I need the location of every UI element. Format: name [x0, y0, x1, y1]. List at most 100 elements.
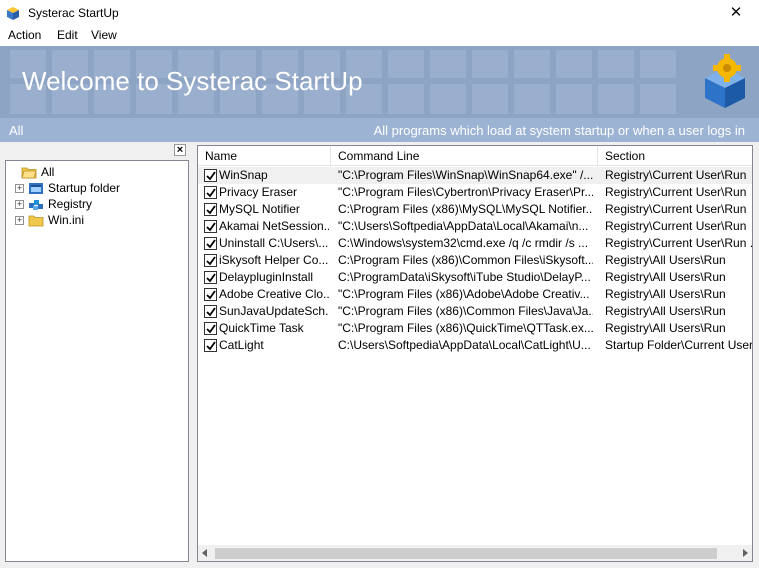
scrollbar-thumb[interactable] — [215, 548, 717, 559]
cell-name: QuickTime Task — [219, 321, 304, 335]
checkmark-icon — [206, 273, 216, 283]
view-caption-bar: All All programs which load at system st… — [0, 118, 759, 142]
cell-section: Registry\All Users\Run — [605, 253, 726, 267]
menu-action[interactable]: Action — [6, 28, 43, 42]
cell-section: Registry\All Users\Run — [605, 321, 726, 335]
tree-item-win-ini[interactable]: + Win.ini — [15, 212, 84, 228]
cell-command-line: "C:\Program Files (x86)\Common Files\Jav… — [338, 304, 593, 318]
box-gear-logo-icon — [705, 54, 745, 108]
cell-section: Registry\Current User\Run — [605, 185, 747, 199]
view-description: All programs which load at system startu… — [373, 123, 745, 138]
cell-command-line: "C:\Program Files\WinSnap\WinSnap64.exe"… — [338, 168, 593, 182]
tree-pane-header: × — [5, 143, 188, 159]
checkmark-icon — [206, 222, 216, 232]
banner-title: Welcome to Systerac StartUp — [22, 66, 363, 96]
checkmark-icon — [206, 171, 216, 181]
cell-command-line: "C:\Program Files (x86)\QuickTime\QTTask… — [338, 321, 593, 335]
cell-command-line: "C:\Program Files\Cybertron\Privacy Eras… — [338, 185, 593, 199]
tree-item-startup-folder[interactable]: + Startup folder — [15, 180, 120, 196]
checkmark-icon — [206, 239, 216, 249]
expand-icon[interactable]: + — [15, 215, 24, 225]
column-header-section[interactable]: Section — [598, 146, 752, 166]
category-tree: All + Startup folder + Registry + Win.in… — [5, 160, 189, 562]
registry-icon — [29, 199, 43, 210]
cell-section: Registry\All Users\Run — [605, 287, 726, 301]
enabled-checkbox[interactable] — [204, 271, 217, 284]
column-header-command-line[interactable]: Command Line — [331, 146, 598, 166]
tree-item-registry[interactable]: + Registry — [15, 196, 92, 212]
cell-name: Akamai NetSession... — [219, 219, 329, 233]
cell-section: Registry\Current User\Run — [605, 168, 747, 182]
table-row[interactable]: MySQL Notifier C:\Program Files (x86)\MyS… — [198, 201, 752, 218]
tree-item-label: All — [41, 165, 55, 179]
cell-command-line: C:\Program Files (x86)\Common Files\iSky… — [338, 253, 593, 267]
enabled-checkbox[interactable] — [204, 203, 217, 216]
folder-icon — [28, 215, 44, 226]
table-row[interactable]: DelaypluginInstall C:\ProgramData\iSkysof… — [198, 269, 752, 286]
enabled-checkbox[interactable] — [204, 254, 217, 267]
cell-name: MySQL Notifier — [219, 202, 300, 216]
table-row[interactable]: CatLight C:\Users\Softpedia\AppData\Local… — [198, 337, 753, 354]
table-row[interactable]: SunJavaUpdateSch... "C:\Program Files (x8… — [198, 303, 752, 320]
menu-view[interactable]: View — [89, 28, 119, 42]
checkmark-icon — [206, 324, 216, 334]
checkmark-icon — [206, 205, 216, 215]
startup-folder-icon — [29, 182, 43, 194]
cell-name: Privacy Eraser — [219, 185, 298, 199]
table-row[interactable]: WinSnap "C:\Program Files\WinSnap\WinSnap… — [198, 167, 752, 184]
table-row[interactable]: iSkysoft Helper Co... C:\Program Files (x… — [198, 252, 752, 269]
table-row[interactable]: Uninstall C:\Users\... C:\Windows\system3… — [198, 235, 752, 252]
tree-item-label: Win.ini — [48, 213, 85, 227]
scroll-right-icon[interactable] — [743, 549, 748, 557]
cell-name: DelaypluginInstall — [219, 270, 314, 284]
app-icon — [7, 7, 19, 20]
enabled-checkbox[interactable] — [204, 169, 217, 182]
cell-name: Uninstall C:\Users\... — [219, 236, 329, 250]
welcome-banner: Welcome to Systerac StartUp — [0, 46, 759, 118]
cell-command-line: "C:\Program Files (x86)\Adobe\Adobe Crea… — [338, 287, 590, 301]
cell-command-line: C:\Windows\system32\cmd.exe /q /c rmdir … — [338, 236, 589, 250]
table-row[interactable]: QuickTime Task "C:\Program Files (x86)\Qu… — [198, 320, 752, 337]
enabled-checkbox[interactable] — [204, 339, 217, 352]
checkmark-icon — [206, 188, 216, 198]
scroll-left-icon[interactable] — [202, 549, 207, 557]
cell-name: iSkysoft Helper Co... — [219, 253, 329, 267]
title-bar: Systerac StartUp ✕ — [0, 0, 759, 26]
enabled-checkbox[interactable] — [204, 305, 217, 318]
tree-item-label: Startup folder — [48, 181, 121, 195]
expand-icon[interactable]: + — [15, 183, 24, 193]
cell-command-line: "C:\Users\Softpedia\AppData\Local\Akamai… — [338, 219, 589, 233]
checkmark-icon — [206, 341, 216, 351]
window-title: Systerac StartUp — [28, 6, 119, 20]
horizontal-scrollbar[interactable] — [198, 545, 752, 561]
checkmark-icon — [206, 290, 216, 300]
tree-item-label: Registry — [48, 197, 93, 211]
close-window-button[interactable]: ✕ — [713, 0, 759, 26]
table-row[interactable]: Akamai NetSession... "C:\Users\Softpedia\… — [198, 218, 752, 235]
cell-section: Registry\All Users\Run — [605, 304, 726, 318]
column-header-name[interactable]: Name — [198, 146, 331, 166]
list-header: Name Command Line Section — [198, 146, 752, 166]
menu-edit[interactable]: Edit — [55, 28, 80, 42]
cell-command-line: C:\Users\Softpedia\AppData\Local\CatLigh… — [338, 338, 591, 352]
close-tree-pane-button[interactable]: × — [174, 144, 186, 156]
cell-section: Startup Folder\Current User — [605, 338, 753, 352]
table-row[interactable]: Privacy Eraser "C:\Program Files\Cybertro… — [198, 184, 752, 201]
cell-name: WinSnap — [219, 168, 268, 182]
cell-name: CatLight — [219, 338, 264, 352]
cell-command-line: C:\Program Files (x86)\MySQL\MySQL Notif… — [338, 202, 593, 216]
enabled-checkbox[interactable] — [204, 220, 217, 233]
enabled-checkbox[interactable] — [204, 186, 217, 199]
menu-bar: Action Edit View — [0, 26, 759, 46]
cell-name: Adobe Creative Clo... — [219, 287, 329, 301]
checkmark-icon — [206, 256, 216, 266]
current-view-label: All — [9, 123, 24, 138]
tree-item-all[interactable]: All — [21, 164, 55, 180]
enabled-checkbox[interactable] — [204, 322, 217, 335]
enabled-checkbox[interactable] — [204, 237, 217, 250]
cell-section: Registry\Current User\Run — [605, 219, 747, 233]
table-row[interactable]: Adobe Creative Clo... "C:\Program Files (… — [198, 286, 752, 303]
cell-command-line: C:\ProgramData\iSkysoft\iTube Studio\Del… — [338, 270, 591, 284]
expand-icon[interactable]: + — [15, 199, 24, 209]
enabled-checkbox[interactable] — [204, 288, 217, 301]
